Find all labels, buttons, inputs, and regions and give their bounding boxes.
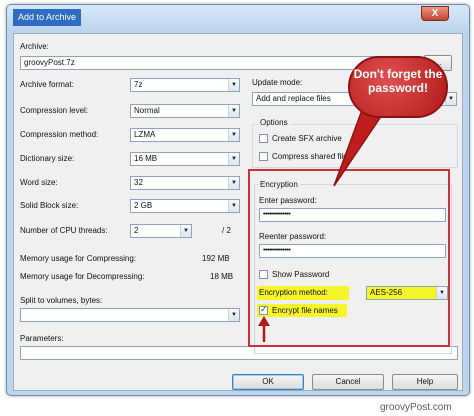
red-arrow-icon	[258, 316, 270, 342]
watermark: groovyPost.com	[380, 402, 452, 413]
callout-bubble: Don't forget the password!	[348, 56, 448, 118]
callout-tail	[333, 109, 386, 187]
